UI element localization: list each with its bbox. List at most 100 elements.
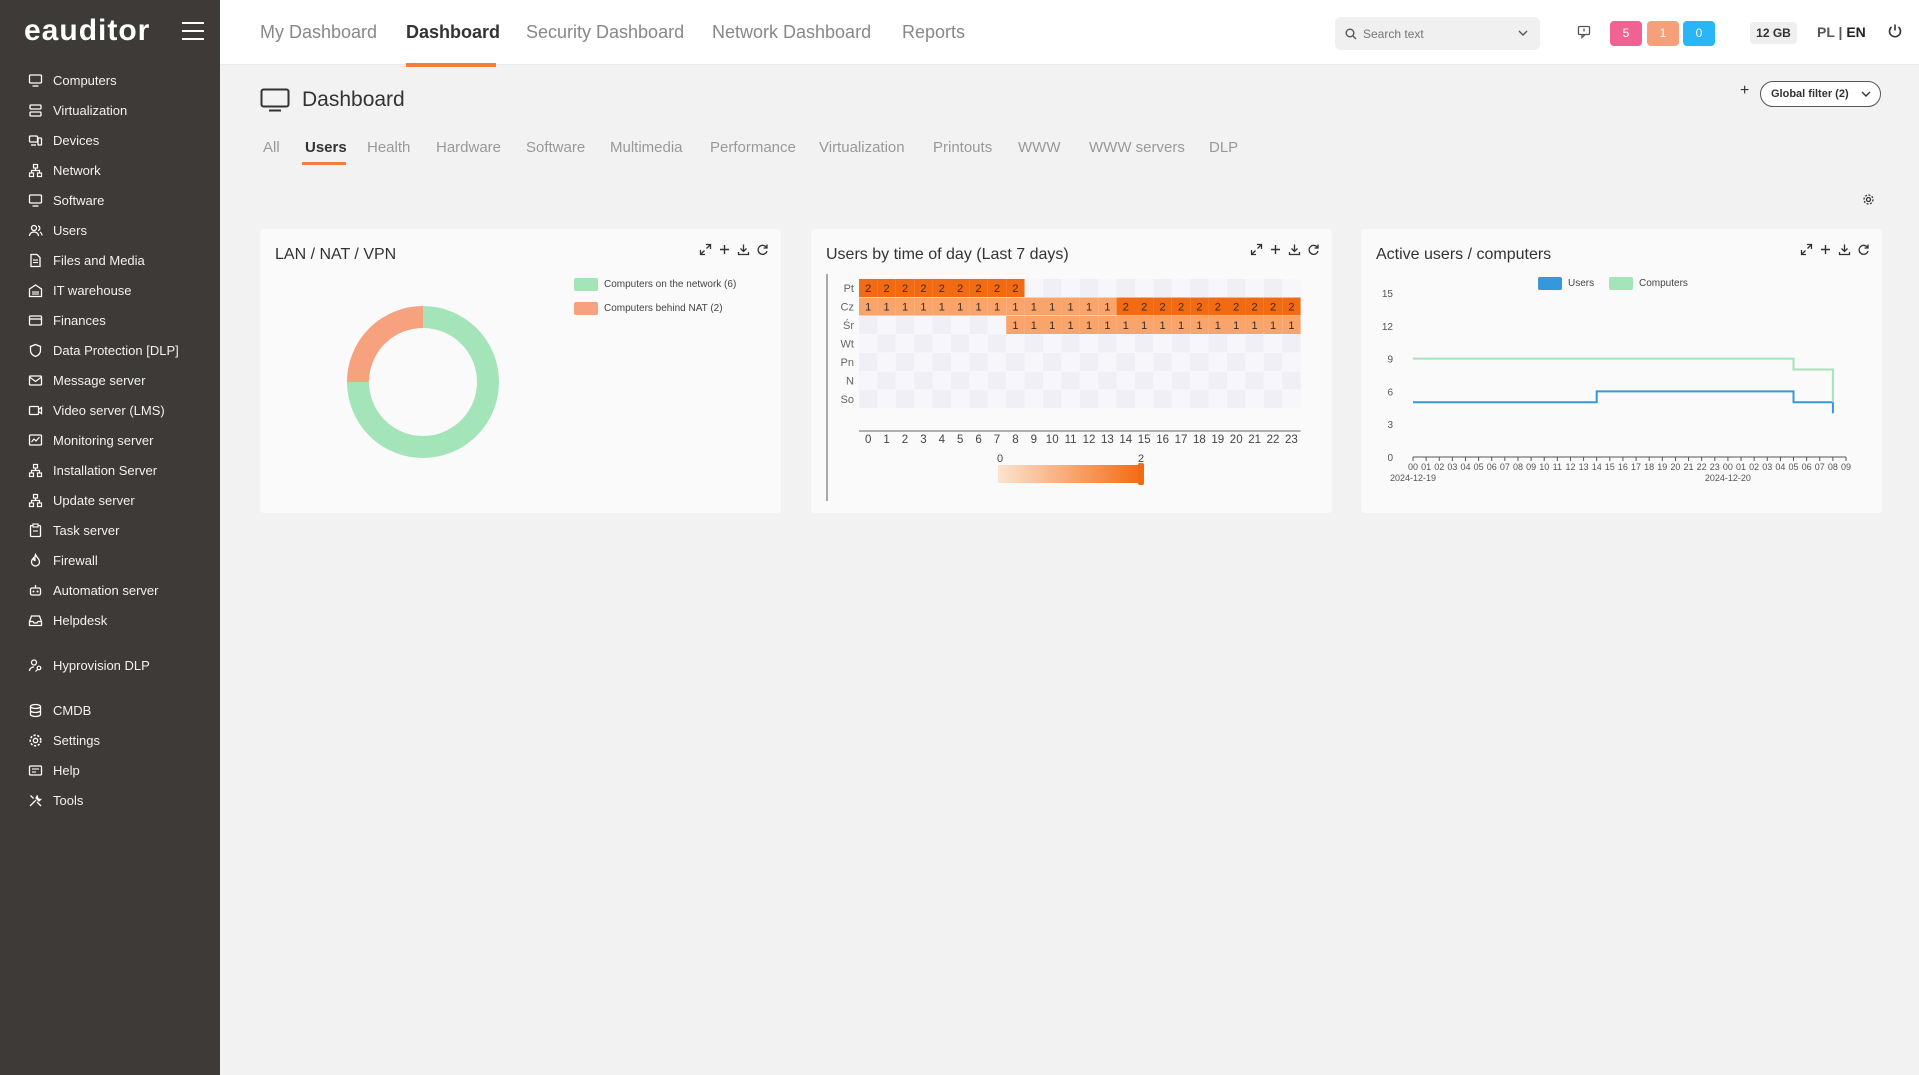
- sidebar-item-label: Help: [53, 762, 80, 778]
- donut-slice: [347, 306, 424, 383]
- subtab-virtualization[interactable]: Virtualization: [819, 139, 905, 156]
- sidebar-item-network[interactable]: Network: [0, 155, 220, 185]
- heatmap-cell: [1208, 371, 1227, 390]
- sidebar-item-help[interactable]: Help: [0, 755, 220, 785]
- sidebar-item-software[interactable]: Software: [0, 185, 220, 215]
- search-box[interactable]: [1335, 17, 1540, 50]
- add-widget-button[interactable]: +: [1740, 82, 1749, 100]
- legend-label: Computers: [1639, 278, 1688, 289]
- series-line-computers: [1413, 357, 1834, 403]
- sidebar-item-computers[interactable]: Computers: [0, 65, 220, 95]
- robot-icon: [29, 584, 42, 596]
- chevron-down-icon[interactable]: [1518, 29, 1528, 37]
- legend-item[interactable]: Computers behind NAT (2): [574, 302, 723, 315]
- lang-separator: |: [1834, 24, 1847, 40]
- gear-icon[interactable]: [1862, 193, 1875, 206]
- subtab-www[interactable]: WWW: [1018, 139, 1060, 156]
- lang-en[interactable]: EN: [1846, 24, 1865, 40]
- sidebar-item-video-server-lms[interactable]: Video server (LMS): [0, 395, 220, 425]
- cell-label: 1: [1086, 302, 1092, 314]
- global-filter-label: Global filter (2): [1771, 88, 1849, 100]
- sidebar-item-task-server[interactable]: Task server: [0, 515, 220, 545]
- cell-label: 1: [884, 302, 890, 314]
- heatmap-cell: [1061, 390, 1080, 408]
- tab-network-dashboard[interactable]: Network Dashboard: [712, 22, 871, 43]
- alert-badge-critical[interactable]: 5: [1610, 21, 1642, 46]
- heatmap-cell: [1227, 390, 1246, 408]
- language-switcher[interactable]: PL | EN: [1817, 24, 1866, 40]
- search-input[interactable]: [1363, 26, 1513, 41]
- heatmap-cell: [1135, 353, 1154, 371]
- subtab-multimedia[interactable]: Multimedia: [610, 139, 683, 156]
- cell-label: 1: [1031, 302, 1037, 314]
- sidebar-item-cmdb[interactable]: CMDB: [0, 695, 220, 725]
- sidebar-item-finances[interactable]: Finances: [0, 305, 220, 335]
- heatmap-cell: [951, 353, 970, 371]
- heatmap-cell: [877, 353, 896, 371]
- alert-badge-info[interactable]: 0: [1683, 21, 1715, 46]
- subtab-dlp[interactable]: DLP: [1209, 139, 1238, 156]
- notification-icon[interactable]: [1577, 25, 1591, 39]
- x-tick-label: 09: [1526, 462, 1536, 472]
- legend-item[interactable]: Users: [1538, 277, 1594, 290]
- legend-item[interactable]: Computers on the network (6): [574, 278, 736, 291]
- active-tab-indicator: [406, 63, 496, 67]
- app-logo[interactable]: eauditor: [24, 14, 150, 48]
- subtab-software[interactable]: Software: [526, 139, 585, 156]
- sidebar-item-installation-server[interactable]: Installation Server: [0, 455, 220, 485]
- y-tick-label: So: [841, 394, 854, 406]
- subtab-hardware[interactable]: Hardware: [436, 139, 501, 156]
- sidebar-item-tools[interactable]: Tools: [0, 785, 220, 815]
- tab-my-dashboard[interactable]: My Dashboard: [260, 22, 377, 43]
- subtab-performance[interactable]: Performance: [710, 139, 796, 156]
- subtab-health[interactable]: Health: [367, 139, 410, 156]
- menu-toggle-icon[interactable]: [182, 22, 204, 40]
- sidebar-item-it-warehouse[interactable]: IT warehouse: [0, 275, 220, 305]
- lang-pl[interactable]: PL: [1817, 24, 1835, 40]
- visual-map-min-label: 0: [997, 453, 1003, 465]
- cell-label: 1: [1086, 320, 1092, 332]
- sidebar-item-monitoring-server[interactable]: Monitoring server: [0, 425, 220, 455]
- heatmap-cell: [987, 316, 1007, 334]
- cell-label: 2: [902, 283, 908, 295]
- legend-item[interactable]: Computers: [1609, 277, 1688, 290]
- sidebar-item-firewall[interactable]: Firewall: [0, 545, 220, 575]
- tab-dashboard[interactable]: Dashboard: [406, 22, 500, 43]
- sidebar-item-files-and-media[interactable]: Files and Media: [0, 245, 220, 275]
- heatmap-chart: Pt 2 2 2 2 2 2 2 2 2Cz 1 1 1 1 1 1 1 1 1 1 1 1 1 1 2 2 2 2 2 2 2 2 2 2Śr 1…: [826, 274, 1301, 501]
- heatmap-cell: [1190, 371, 1209, 390]
- global-filter-button[interactable]: Global filter (2): [1760, 81, 1881, 107]
- power-icon[interactable]: [1887, 23, 1903, 39]
- sidebar-item-data-protection-dlp[interactable]: Data Protection [DLP]: [0, 335, 220, 365]
- monitor-icon: [28, 193, 43, 207]
- sidebar-nav-dlp: Hyprovision DLP: [0, 650, 220, 680]
- sidebar-item-settings[interactable]: Settings: [0, 725, 220, 755]
- subtab-users[interactable]: Users: [305, 139, 347, 156]
- sidebar-item-users[interactable]: Users: [0, 215, 220, 245]
- alert-badge-warning[interactable]: 1: [1647, 21, 1679, 46]
- sidebar-item-label: CMDB: [53, 702, 92, 718]
- heatmap-cell: [859, 353, 878, 371]
- sidebar-item-update-server[interactable]: Update server: [0, 485, 220, 515]
- x-tick-label: 03: [1762, 462, 1772, 472]
- tab-security-dashboard[interactable]: Security Dashboard: [526, 22, 684, 43]
- heatmap-cell: [1043, 390, 1062, 408]
- sidebar-item-automation-server[interactable]: Automation server: [0, 575, 220, 605]
- sidebar-item-devices[interactable]: Devices: [0, 125, 220, 155]
- devices-icon: [28, 134, 43, 146]
- heatmap-cell: [1098, 334, 1117, 353]
- heatmap-cell: [969, 353, 988, 371]
- legend-swatch: [1538, 277, 1562, 290]
- tab-reports[interactable]: Reports: [902, 22, 965, 43]
- sidebar-item-hyprovision-dlp[interactable]: Hyprovision DLP: [0, 650, 220, 680]
- sidebar-item-message-server[interactable]: Message server: [0, 365, 220, 395]
- sidebar-item-helpdesk[interactable]: Helpdesk: [0, 605, 220, 635]
- subtab-www-servers[interactable]: WWW servers: [1089, 139, 1185, 156]
- heatmap-cell: [1153, 334, 1172, 353]
- cell-label: 1: [1196, 320, 1202, 332]
- sidebar-item-virtualization[interactable]: Virtualization: [0, 95, 220, 125]
- legend-swatch: [1609, 277, 1633, 290]
- subtab-printouts[interactable]: Printouts: [933, 139, 992, 156]
- subtab-all[interactable]: All: [263, 139, 280, 156]
- heatmap-cell: [1263, 371, 1283, 390]
